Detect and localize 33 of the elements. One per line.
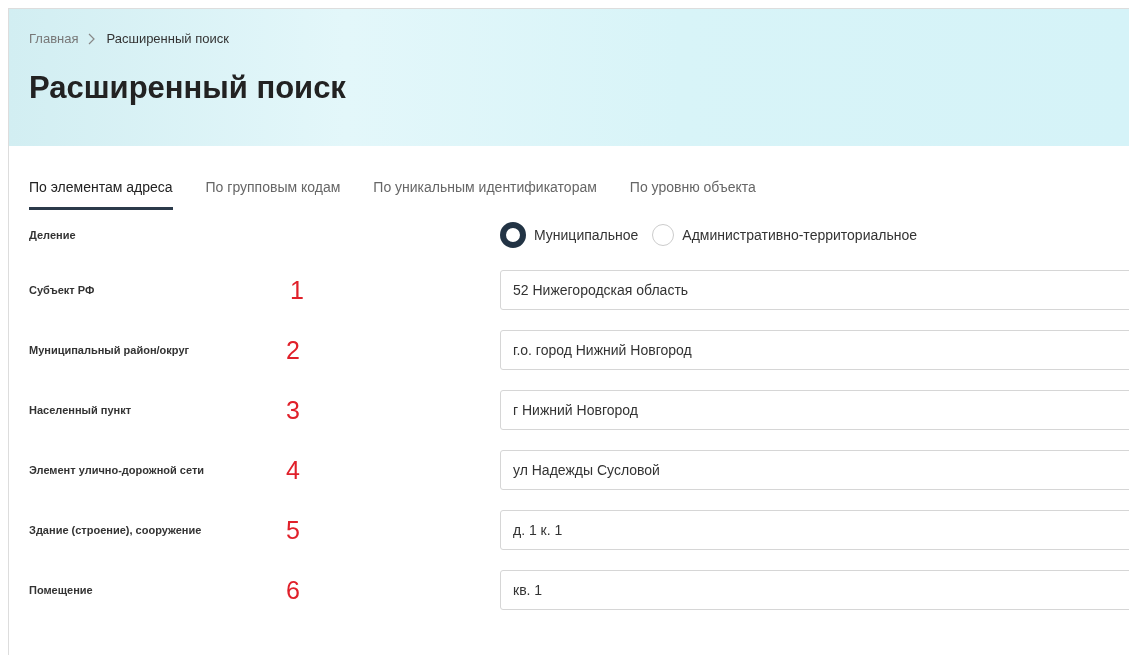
tab[interactable]: По групповым кодам — [205, 179, 341, 210]
annotation-number: 3 — [285, 395, 301, 425]
input-field[interactable]: кв. 1 — [500, 570, 1129, 610]
input-field[interactable]: 52 Нижегородская область — [500, 270, 1129, 310]
field-label: Населенный пункт — [29, 404, 133, 416]
input-field[interactable]: д. 1 к. 1 — [500, 510, 1129, 550]
input-field[interactable]: г.о. город Нижний Новгород — [500, 330, 1129, 370]
tab[interactable]: По уровню объекта — [629, 179, 756, 210]
radio-unchecked-icon[interactable] — [652, 224, 675, 246]
breadcrumb-link[interactable]: Расширенный поиск — [106, 31, 229, 46]
field-label: Деление — [29, 229, 77, 241]
breadcrumb-link[interactable]: Главная — [29, 31, 79, 46]
input-field[interactable]: г Нижний Новгород — [500, 390, 1129, 430]
radio-label: Муниципальное — [534, 227, 639, 243]
radio-checked-icon[interactable] — [500, 222, 526, 248]
radio-option[interactable]: Административно-территориальное — [652, 224, 917, 246]
annotation-number: 6 — [285, 575, 301, 605]
page-title: Расширенный поиск — [29, 70, 347, 106]
tab[interactable]: По уникальным идентификаторам — [373, 179, 597, 210]
annotation-number: 5 — [285, 515, 301, 545]
tab[interactable]: По элементам адреса — [29, 179, 173, 210]
field-label: Элемент улично-дорожной сети — [29, 464, 206, 476]
input-field[interactable]: ул Надежды Сусловой — [500, 450, 1129, 490]
field-label: Здание (строение), сооружение — [29, 524, 203, 536]
annotation-number: 4 — [285, 455, 301, 485]
radio-option[interactable]: Муниципальное — [500, 222, 639, 248]
annotation-number: 2 — [285, 335, 301, 365]
chevron-right-icon — [88, 32, 97, 45]
radio-label: Административно-территориальное — [682, 227, 917, 243]
annotation-number: 1 — [289, 275, 305, 305]
field-label: Субъект РФ — [29, 284, 96, 296]
field-label: Помещение — [29, 584, 94, 596]
field-label: Муниципальный район/округ — [29, 344, 191, 356]
